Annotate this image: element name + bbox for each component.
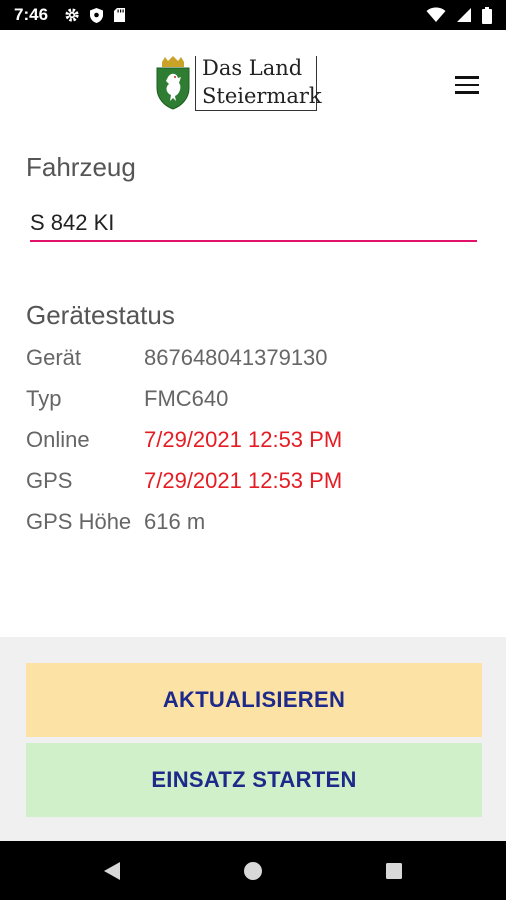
status-time: 7:46 bbox=[14, 5, 49, 24]
logo-line-1: Das Land bbox=[202, 56, 303, 80]
signal-icon bbox=[457, 8, 471, 22]
shield-icon bbox=[90, 7, 103, 23]
logo-text-box: Das Land Steiermark bbox=[195, 56, 322, 111]
status-icons-right bbox=[426, 6, 492, 24]
hamburger-menu-icon[interactable] bbox=[452, 72, 482, 98]
battery-icon bbox=[482, 6, 492, 24]
home-icon[interactable] bbox=[239, 857, 267, 885]
das-land-steiermark-logo: Das Land Steiermark bbox=[155, 56, 322, 112]
status-label: Online bbox=[26, 427, 90, 452]
status-icons-left bbox=[64, 6, 126, 24]
gps-timestamp-value: 7/29/2021 12:53 PM bbox=[144, 468, 343, 493]
recents-icon[interactable] bbox=[380, 857, 408, 885]
app-header: Das Land Steiermark bbox=[0, 30, 506, 140]
vehicle-input[interactable] bbox=[30, 206, 477, 242]
navigation-bar bbox=[0, 841, 506, 900]
device-id-value: 867648041379130 bbox=[144, 345, 328, 370]
status-row-gps: GPS 7/29/2021 12:53 PM bbox=[26, 468, 486, 498]
wifi-icon bbox=[426, 7, 446, 22]
online-timestamp-value: 7/29/2021 12:53 PM bbox=[144, 427, 343, 452]
status-row-gps-altitude: GPS Höhe 616 m bbox=[26, 509, 486, 539]
back-icon[interactable] bbox=[98, 857, 126, 885]
device-type-value: FMC640 bbox=[144, 386, 229, 411]
start-mission-button[interactable]: EINSATZ STARTEN bbox=[26, 743, 482, 817]
refresh-button[interactable]: AKTUALISIEREN bbox=[26, 663, 482, 737]
sd-card-icon bbox=[114, 8, 125, 22]
gear-icon bbox=[65, 8, 79, 22]
status-label: GPS bbox=[26, 468, 73, 493]
status-label: GPS Höhe bbox=[26, 509, 132, 534]
action-panel: AKTUALISIEREN EINSATZ STARTEN bbox=[0, 637, 506, 841]
vehicle-section-title: Fahrzeug bbox=[26, 152, 136, 182]
gps-altitude-value: 616 m bbox=[144, 509, 206, 534]
status-row-type: Typ FMC640 bbox=[26, 386, 486, 416]
logo-line-2: Steiermark bbox=[202, 84, 322, 108]
status-row-online: Online 7/29/2021 12:53 PM bbox=[26, 427, 486, 457]
status-label: Gerät bbox=[26, 345, 82, 370]
device-status-title: Gerätestatus bbox=[26, 300, 175, 330]
status-label: Typ bbox=[26, 386, 62, 411]
status-bar: 7:46 bbox=[0, 0, 506, 30]
status-row-device: Gerät 867648041379130 bbox=[26, 345, 486, 375]
steiermark-coat-of-arms-icon bbox=[156, 56, 190, 110]
